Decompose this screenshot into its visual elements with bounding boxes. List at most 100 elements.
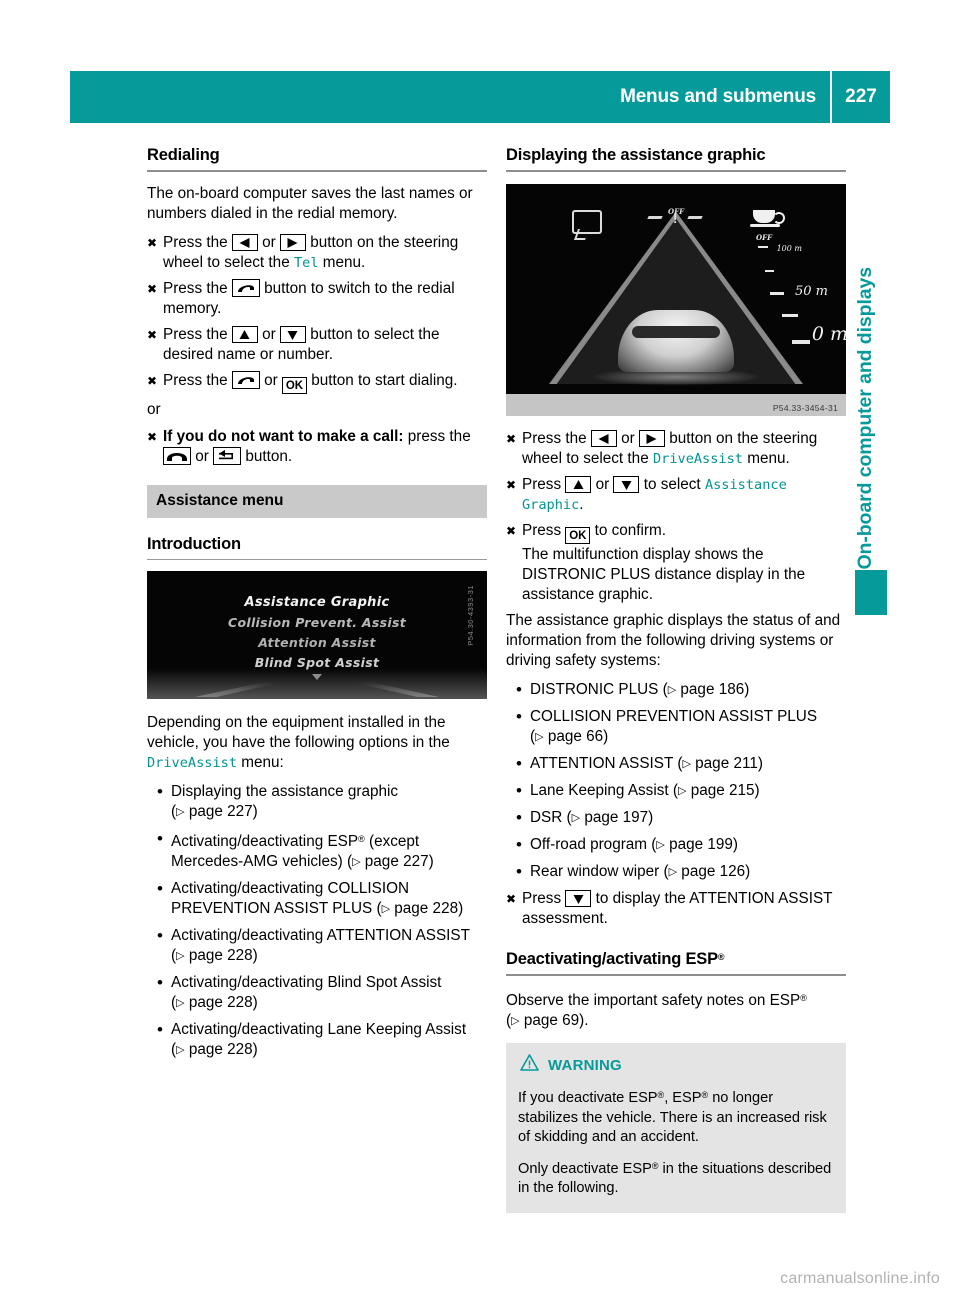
list-item: • Activating/deactivating ATTENTION ASSIS…	[147, 926, 487, 966]
step-follow-text: The multifunction display shows the DIST…	[522, 546, 806, 603]
list-item: ✖ Press to display the ATTENTION ASSIST a…	[506, 889, 846, 929]
bullet-icon: •	[516, 754, 522, 773]
warning-box: WARNING If you deactivate ESP®, ESP® no …	[506, 1043, 846, 1213]
options-intro-b: menu:	[237, 754, 284, 771]
lane-exclamation-icon: !	[673, 211, 678, 226]
phone-pickup-key[interactable]	[231, 371, 260, 389]
page-number: 227	[845, 86, 877, 107]
final-step-lead: If you do not want to make a call:	[163, 428, 404, 445]
phone-pickup-key[interactable]	[231, 279, 260, 297]
step-marker-icon: ✖	[506, 524, 517, 538]
page-reference[interactable]: (▷ page 228)	[171, 1041, 258, 1058]
arrow-right-key[interactable]	[638, 430, 665, 447]
page-reference[interactable]: (▷ page 228)	[171, 994, 258, 1011]
bullet-icon: •	[157, 926, 163, 945]
cup-off-label: OFF	[756, 233, 773, 242]
scale-tick-100	[758, 246, 768, 248]
back-key[interactable]	[213, 447, 242, 465]
arrow-down-key[interactable]	[565, 890, 592, 907]
registered-mark: ®	[717, 952, 725, 962]
scale-tick-mid2	[782, 314, 798, 317]
list-item-label: Activating/deactivating Blind Spot Assis…	[171, 974, 442, 1011]
page-reference[interactable]: (▷ page 211)	[677, 755, 763, 772]
bullet-icon: •	[157, 973, 163, 992]
esp-note-ref[interactable]: ▷ page 69	[511, 1012, 579, 1029]
page-reference[interactable]: (▷ page 66)	[530, 728, 608, 745]
assistance-menu-box-heading: Assistance menu	[147, 485, 487, 518]
right-column: Displaying the assistance graphic OFF ! …	[506, 145, 846, 1213]
bullet-icon: •	[157, 782, 163, 801]
page-reference-arrow-icon: ▷	[667, 684, 677, 696]
arrow-up-key[interactable]	[565, 476, 592, 493]
page-reference[interactable]: (▷ page 228)	[376, 900, 463, 917]
list-item: • Activating/deactivating Lane Keeping As…	[147, 1020, 487, 1060]
esp-note-b: ).	[579, 1012, 589, 1029]
page-reference[interactable]: (▷ page 228)	[171, 947, 258, 964]
phone-hangup-key[interactable]	[163, 447, 191, 465]
heading-rule	[147, 170, 487, 172]
chapter-side-tab-label: On-board computer and displays	[853, 267, 876, 570]
registered-mark: ®	[800, 993, 807, 1003]
step-marker-icon: ✖	[506, 892, 517, 906]
warning-title: WARNING	[548, 1056, 622, 1074]
warning-paragraph-2: Only deactivate ESP® in the situations d…	[518, 1160, 832, 1197]
page-reference[interactable]: (▷ page 126)	[663, 863, 750, 880]
list-item-label: Off-road program (▷ page 199)	[530, 836, 739, 853]
lane-dash-right	[687, 216, 703, 219]
page-reference-arrow-icon: ▷	[352, 856, 361, 868]
bullet-icon: •	[157, 1020, 163, 1039]
arrow-up-key[interactable]	[231, 326, 258, 343]
list-item-label: Displaying the assistance graphic (▷ pag…	[171, 783, 399, 820]
arrow-left-key[interactable]	[231, 234, 258, 251]
redialing-final-step: ✖ If you do not want to make a call: pre…	[147, 427, 487, 467]
step-body: Press the or OK button to start dialing.	[163, 371, 458, 394]
page-reference[interactable]: (▷ page 186)	[663, 681, 750, 698]
systems-list: • DISTRONIC PLUS (▷ page 186) • COLLISION P…	[506, 680, 846, 882]
esp-safety-note: Observe the important safety notes on ES…	[506, 988, 846, 1031]
arrow-right-key[interactable]	[279, 234, 306, 251]
page-reference-arrow-icon: ▷	[176, 997, 185, 1009]
arrow-left-key[interactable]	[590, 430, 617, 447]
figure-code-right: P54.33-3454-31	[772, 403, 838, 413]
page-reference-arrow-icon: ▷	[176, 1044, 185, 1056]
arrow-down-key[interactable]	[279, 326, 306, 343]
list-item: ✖ Press the or OK button to start dialing…	[147, 371, 487, 394]
bullet-icon: •	[516, 862, 522, 881]
step-marker-icon: ✖	[147, 374, 158, 388]
distronic-display-image: OFF ! OFF 100 m 50 m 0 m	[506, 184, 846, 394]
list-item: • Rear window wiper (▷ page 126)	[506, 862, 846, 882]
ok-key[interactable]: OK	[565, 527, 591, 544]
page-reference-arrow-icon: ▷	[682, 758, 691, 770]
step-body: Press the or button on the steering whee…	[163, 234, 459, 271]
page-reference[interactable]: (▷ page 199)	[651, 836, 738, 853]
assistance-menu-item-2: Collision Prevent. Assist	[228, 615, 406, 630]
list-item-label: Lane Keeping Assist (▷ page 215)	[530, 782, 760, 799]
page-reference[interactable]: (▷ page 227)	[171, 803, 258, 820]
page-reference[interactable]: (▷ page 215)	[673, 782, 760, 799]
list-item: ✖ Press the button to switch to the redia…	[147, 279, 487, 319]
esp-heading-rule	[506, 974, 846, 976]
lane-keeping-off-icon: OFF !	[646, 204, 706, 230]
ok-key[interactable]: OK	[281, 377, 307, 394]
left-section-heading: Redialing	[147, 146, 220, 164]
page-reference-arrow-icon: ▷	[176, 806, 185, 818]
step-marker-icon: ✖	[506, 432, 517, 446]
list-item-label: DSR (▷ page 197)	[530, 809, 654, 826]
assistance-menu-figure: Assistance Graphic Collision Prevent. As…	[147, 571, 487, 699]
arrow-down-key[interactable]	[613, 476, 640, 493]
step-marker-icon: ✖	[147, 430, 158, 444]
page-reference-arrow-icon: ▷	[668, 866, 678, 878]
lane-dash-left	[647, 216, 663, 219]
page-reference[interactable]: (▷ page 197)	[567, 809, 654, 826]
bullet-icon: •	[157, 879, 163, 898]
vehicle-graphic	[618, 310, 734, 372]
cup-body	[753, 210, 775, 223]
step-body: Press OK to confirm. The multifunction di…	[522, 521, 846, 605]
vehicle-window	[632, 326, 720, 338]
page-reference[interactable]: (▷ page 227)	[347, 853, 434, 870]
scale-tick-mid1	[765, 270, 774, 272]
menu-name: DriveAssist	[652, 451, 743, 467]
menu-name: Assistance Graphic	[522, 477, 787, 513]
esp-heading: Deactivating/activating ESP®	[506, 950, 725, 968]
page-reference-arrow-icon: ▷	[176, 950, 185, 962]
